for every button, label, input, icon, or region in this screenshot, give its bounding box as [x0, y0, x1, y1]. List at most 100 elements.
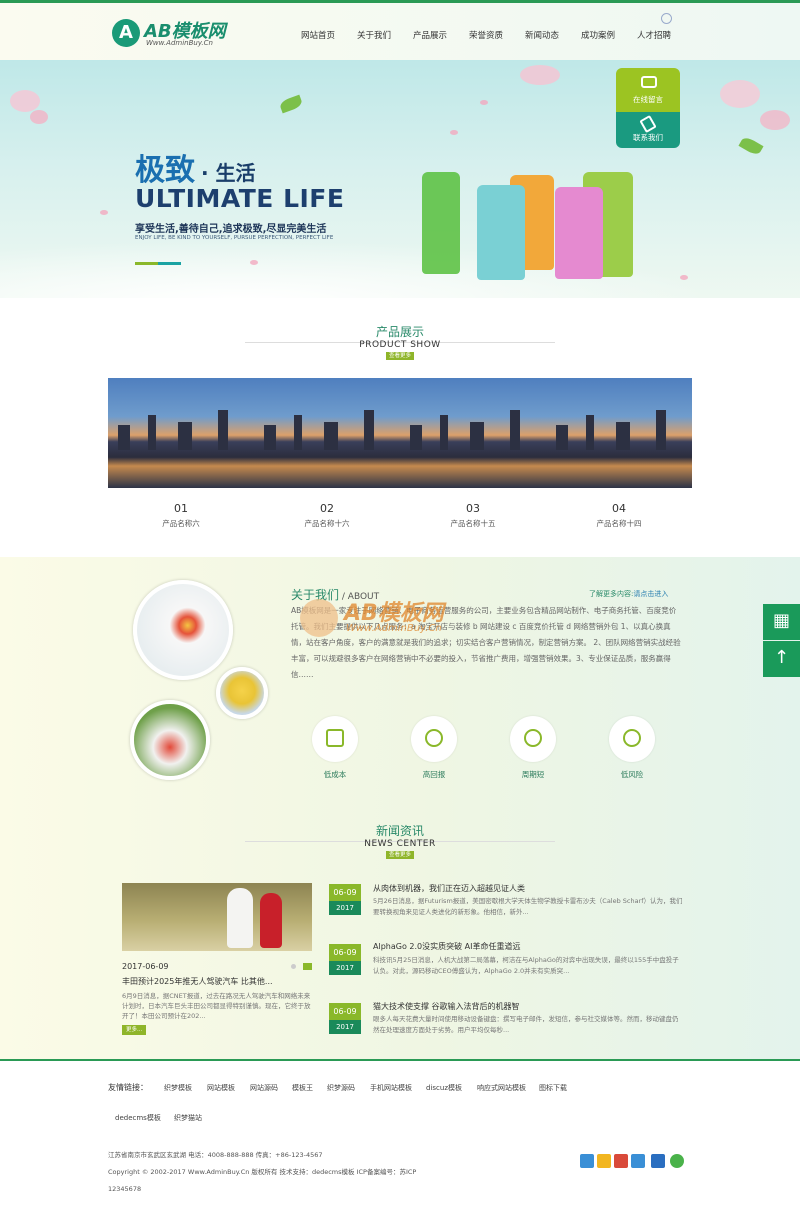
friend-link[interactable]: 模板王 — [292, 1083, 313, 1093]
featured-news-image[interactable] — [122, 883, 312, 951]
about-more-label: 了解更多内容: — [589, 590, 634, 598]
blossom-decoration — [760, 110, 790, 130]
blossom-decoration — [10, 90, 40, 112]
contact-us-label: 联系我们 — [633, 133, 663, 142]
feature-icon-short-cycle — [510, 716, 556, 762]
news-date-badge: 06-09 2017 — [329, 884, 361, 915]
friend-link[interactable]: 手机网站模板 — [370, 1083, 412, 1093]
friend-link[interactable]: 网站模板 — [207, 1083, 235, 1093]
back-to-top-button[interactable]: ↑ — [763, 641, 800, 677]
share-weibo-icon[interactable] — [614, 1154, 628, 1168]
qr-code-button[interactable]: ▦ — [763, 604, 800, 640]
hero-banner[interactable]: 极致 · 生活 ULTIMATE LIFE 享受生活,善待自己,追求极致,尽显完美… — [0, 60, 800, 298]
online-message-button[interactable]: 在线留言 — [616, 68, 680, 112]
share-wechat-icon[interactable] — [670, 1154, 684, 1168]
product-number: 01 — [174, 502, 188, 515]
online-message-label: 在线留言 — [633, 95, 663, 104]
globe-icon[interactable] — [661, 13, 672, 24]
friend-link[interactable]: 织梦猫站 — [174, 1113, 202, 1123]
news-day: 06-09 — [329, 884, 361, 901]
speaker-red-image — [260, 893, 282, 948]
floating-contact-box: 在线留言 联系我们 — [616, 68, 680, 148]
blossom-decoration — [720, 80, 760, 108]
featured-news-date: 2017-06-09 — [122, 962, 169, 971]
product-card[interactable]: 01 产品名称六 — [108, 378, 254, 529]
friend-link[interactable]: 织梦模板 — [164, 1083, 192, 1093]
news-date-badge: 06-09 2017 — [329, 1003, 361, 1034]
news-year: 2017 — [329, 901, 361, 915]
nav-item-jobs[interactable]: 人才招聘 — [626, 3, 682, 60]
news-item-title[interactable]: 猫大技术使支撑 谷歌输入法背后的机器智 — [373, 1001, 520, 1012]
banner-accent-bar — [135, 262, 181, 265]
news-day: 06-09 — [329, 1003, 361, 1020]
blossom-decoration — [520, 65, 560, 85]
nav-item-products[interactable]: 产品展示 — [402, 3, 458, 60]
product-card[interactable]: 04 产品名称十四 — [546, 378, 692, 529]
petal-decoration — [100, 210, 108, 215]
feature-label: 低成本 — [323, 770, 347, 779]
carousel-dot-active[interactable] — [303, 963, 312, 970]
logo-mark-icon: A — [112, 19, 140, 47]
cup-teal-image — [477, 185, 525, 280]
friend-link[interactable]: discuz模板 — [426, 1083, 462, 1093]
watermark-logo-icon — [300, 599, 338, 637]
about-image-smiley — [216, 667, 268, 719]
site-logo[interactable]: A AB模板网 Www.AdminBuy.Cn — [112, 17, 252, 51]
banner-headline-sub: · 生活 — [201, 161, 256, 185]
news-item-title[interactable]: 从肉体到机器，我们正在迈入超越见证人类 — [373, 883, 525, 894]
news-title-cn: 新闻资讯 — [375, 824, 424, 838]
product-name: 产品名称十六 — [304, 519, 350, 528]
nav-item-cases[interactable]: 成功案例 — [570, 3, 626, 60]
friend-link[interactable]: dedecms模板 — [115, 1113, 161, 1123]
about-more[interactable]: 了解更多内容:请点击进入 — [589, 589, 668, 599]
petal-decoration — [480, 100, 488, 105]
logo-url: Www.AdminBuy.Cn — [146, 39, 213, 47]
featured-news-title[interactable]: 丰田预计2025年推无人驾驶汽车 比其他... — [122, 976, 312, 987]
nav-item-home[interactable]: 网站首页 — [290, 3, 346, 60]
product-card[interactable]: 03 产品名称十五 — [400, 378, 546, 529]
share-qzone-icon[interactable] — [597, 1154, 611, 1168]
friend-link[interactable]: 响应式网站模板 — [477, 1083, 526, 1093]
banner-headline-main: 极致 — [135, 153, 195, 188]
friend-link[interactable]: 织梦源码 — [327, 1083, 355, 1093]
nav-item-about[interactable]: 关于我们 — [346, 3, 402, 60]
watermark: AB模板网 Www.AdminBuy.Cn — [300, 595, 520, 655]
friend-link[interactable]: 图标下载 — [539, 1083, 567, 1093]
news-item-summary: 眼多人每天花费大量时间使用移动设备键盘：撰写电子邮件，发短信，参与社交媒体等。然… — [373, 1015, 679, 1034]
petal-decoration — [450, 130, 458, 135]
about-image-flowers — [133, 580, 233, 680]
nav-item-honors[interactable]: 荣誉资质 — [458, 3, 514, 60]
product-image — [546, 378, 692, 488]
share-tencent-icon[interactable] — [631, 1154, 645, 1168]
feature-label: 周期短 — [521, 770, 545, 779]
share-renren-icon[interactable] — [651, 1154, 665, 1168]
footer-icp: 12345678 — [108, 1185, 142, 1193]
product-image — [254, 378, 400, 488]
petal-decoration — [680, 275, 688, 280]
product-name: 产品名称十五 — [450, 519, 496, 528]
product-number: 03 — [466, 502, 480, 515]
carousel-dot[interactable] — [291, 964, 296, 969]
news-date-badge: 06-09 2017 — [329, 944, 361, 975]
nav-item-news[interactable]: 新闻动态 — [514, 3, 570, 60]
footer-copyright: Copyright © 2002-2017 Www.AdminBuy.Cn 版权… — [108, 1168, 417, 1176]
friend-link[interactable]: 网站源码 — [250, 1083, 278, 1093]
products-more-link[interactable]: 查看更多 — [385, 352, 414, 360]
about-image-cups — [130, 700, 210, 780]
news-item-title[interactable]: AlphaGo 2.0没实质突破 AI革命任重道远 — [373, 941, 520, 952]
news-more-link[interactable]: 查看更多 — [385, 851, 414, 859]
about-more-link[interactable]: 请点击进入 — [633, 590, 668, 598]
site-header: A AB模板网 Www.AdminBuy.Cn 网站首页 关于我们 产品展示 荣… — [0, 3, 800, 60]
product-card[interactable]: 02 产品名称十六 — [254, 378, 400, 529]
feature-label: 低风险 — [620, 770, 644, 779]
news-title-en: NEWS CENTER — [364, 839, 436, 849]
product-number: 02 — [320, 502, 334, 515]
share-plus-icon[interactable] — [580, 1154, 594, 1168]
product-name: 产品名称六 — [162, 519, 200, 528]
blossom-decoration — [30, 110, 48, 124]
featured-news-more-button[interactable]: 更多... — [122, 1025, 147, 1035]
banner-tagline-en: ENJOY LIFE, BE KIND TO YOURSELF, PURSUE … — [135, 235, 334, 241]
featured-news-summary: 6月9日消息，据CNET报道，过去在路况无人驾驶汽车和网络未来计划时，日本汽车巨… — [122, 992, 311, 1020]
friend-links-label: 友情链接： — [108, 1083, 148, 1092]
arrow-up-icon: ↑ — [773, 647, 790, 668]
